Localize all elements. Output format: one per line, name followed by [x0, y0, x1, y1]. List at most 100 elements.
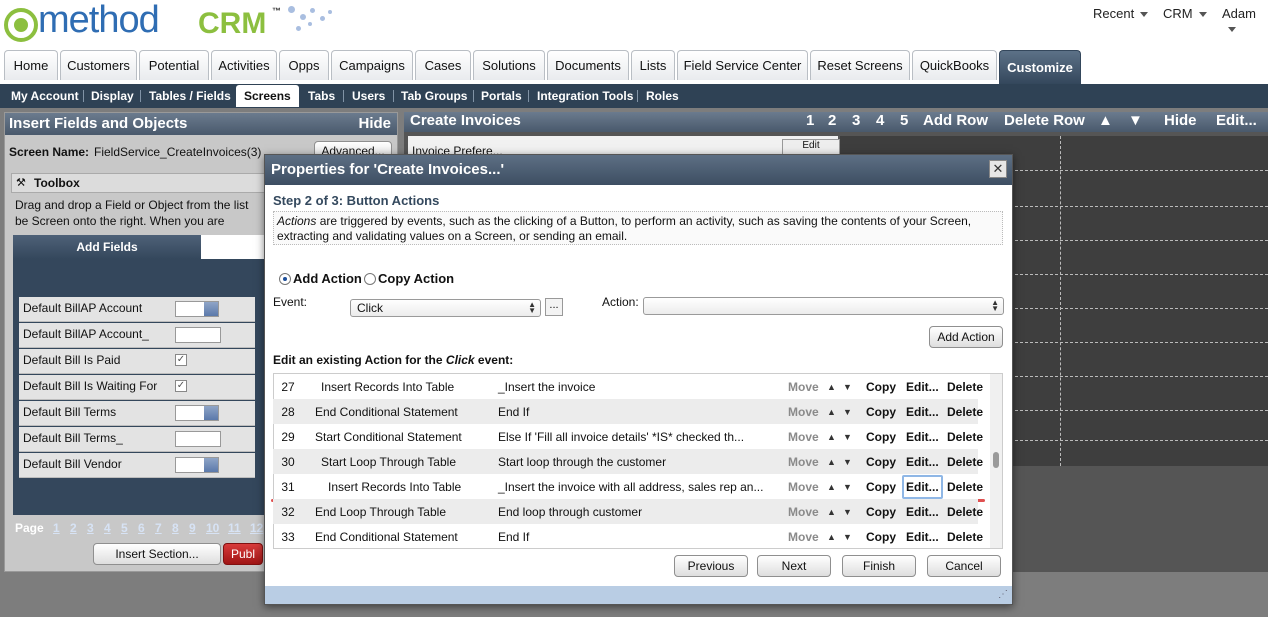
field-edit-button[interactable]: Edit	[782, 139, 840, 155]
delete-action-button[interactable]: Delete	[947, 405, 983, 419]
close-icon[interactable]: ✕	[989, 160, 1007, 178]
move-down-icon[interactable]: ▼	[1128, 112, 1143, 129]
tab-customers[interactable]: Customers	[60, 50, 137, 80]
move-button[interactable]: Move	[788, 505, 819, 519]
edit-action-button[interactable]: Edit...	[906, 380, 939, 394]
tab-cases[interactable]: Cases	[415, 50, 471, 80]
hide-left-panel-link[interactable]: Hide	[358, 113, 391, 135]
tab-quickbooks[interactable]: QuickBooks	[912, 50, 997, 80]
page-link[interactable]: 10	[206, 521, 219, 535]
action-row[interactable]: 30 Start Loop Through Table Start loop thr…	[273, 449, 983, 474]
field-select[interactable]	[175, 301, 219, 317]
field-default-billap-account-2[interactable]: Default BillAP Account_	[19, 323, 255, 348]
tab-add-fields[interactable]: Add Fields	[13, 235, 201, 259]
field-default-bill-is-paid[interactable]: Default Bill Is Paid ✓	[19, 349, 255, 374]
tab-field-service-center[interactable]: Field Service Center	[677, 50, 808, 80]
move-up-icon[interactable]: ▲	[1098, 112, 1113, 129]
add-action-radio[interactable]	[279, 273, 291, 285]
subtab-tabs[interactable]: Tabs	[308, 84, 335, 108]
field-default-bill-vendor[interactable]: Default Bill Vendor	[19, 453, 255, 478]
move-down-icon[interactable]: ▼	[843, 457, 852, 467]
page-link[interactable]: 12	[250, 521, 263, 535]
subtab-tables-fields[interactable]: Tables / Fields	[149, 84, 231, 108]
action-row[interactable]: 27 Insert Records Into Table _Insert the i…	[273, 374, 983, 399]
subtab-roles[interactable]: Roles	[646, 84, 679, 108]
move-down-icon[interactable]: ▼	[843, 482, 852, 492]
delete-action-button[interactable]: Delete	[947, 430, 983, 444]
copy-action-button[interactable]: Copy	[866, 405, 896, 419]
copy-action-radio[interactable]	[364, 273, 376, 285]
delete-action-button[interactable]: Delete	[947, 530, 983, 544]
copy-action-button[interactable]: Copy	[866, 380, 896, 394]
move-button[interactable]: Move	[788, 430, 819, 444]
action-row[interactable]: 29 Start Conditional Statement Else If 'Fi…	[273, 424, 983, 449]
tab-solutions[interactable]: Solutions	[473, 50, 545, 80]
subtab-screens[interactable]: Screens	[236, 85, 299, 107]
subtab-display[interactable]: Display	[91, 84, 134, 108]
copy-action-button[interactable]: Copy	[866, 505, 896, 519]
column-3-link[interactable]: 3	[852, 112, 860, 129]
field-default-bill-terms-2[interactable]: Default Bill Terms_	[19, 427, 255, 452]
tab-campaigns[interactable]: Campaigns	[331, 50, 413, 80]
edit-action-button[interactable]: Edit...	[906, 430, 939, 444]
move-down-icon[interactable]: ▼	[843, 432, 852, 442]
tab-customize[interactable]: Customize	[999, 50, 1081, 84]
add-action-button[interactable]: Add Action	[929, 326, 1003, 348]
previous-button[interactable]: Previous	[674, 555, 748, 577]
move-up-icon[interactable]: ▲	[827, 407, 836, 417]
page-link[interactable]: 4	[104, 521, 111, 535]
page-link[interactable]: 9	[189, 521, 196, 535]
copy-action-button[interactable]: Copy	[866, 480, 896, 494]
next-button[interactable]: Next	[757, 555, 831, 577]
field-select[interactable]	[175, 457, 219, 473]
edit-action-button[interactable]: Edit...	[906, 505, 939, 519]
tab-home[interactable]: Home	[4, 50, 58, 80]
page-link[interactable]: 11	[228, 521, 241, 535]
subtab-users[interactable]: Users	[352, 84, 385, 108]
delete-action-button[interactable]: Delete	[947, 480, 983, 494]
column-5-link[interactable]: 5	[900, 112, 908, 129]
subtab-integration-tools[interactable]: Integration Tools	[537, 84, 633, 108]
tab-activities[interactable]: Activities	[211, 50, 277, 80]
subtab-my-account[interactable]: My Account	[11, 84, 79, 108]
column-4-link[interactable]: 4	[876, 112, 884, 129]
edit-action-button[interactable]: Edit...	[906, 405, 939, 419]
action-row[interactable]: 33 End Conditional Statement End If Move ▲ ▼ C…	[273, 524, 983, 549]
edit-action-button[interactable]: Edit...	[906, 530, 939, 544]
subtab-portals[interactable]: Portals	[481, 84, 522, 108]
tab-potential[interactable]: Potential	[139, 50, 209, 80]
page-link[interactable]: 8	[172, 521, 179, 535]
page-link[interactable]: 1	[53, 521, 60, 535]
delete-action-button[interactable]: Delete	[947, 380, 983, 394]
hide-right-panel-link[interactable]: Hide	[1164, 112, 1197, 129]
scrollbar-thumb[interactable]	[993, 452, 999, 468]
move-up-icon[interactable]: ▲	[827, 482, 836, 492]
publish-button[interactable]: Publ	[223, 543, 263, 565]
tab-lists[interactable]: Lists	[631, 50, 675, 80]
page-link[interactable]: 7	[155, 521, 162, 535]
field-default-bill-terms[interactable]: Default Bill Terms	[19, 401, 255, 426]
edit-action-button[interactable]: Edit...	[902, 475, 943, 499]
crm-menu[interactable]: CRM	[1163, 6, 1207, 21]
field-checkbox[interactable]: ✓	[175, 380, 187, 392]
action-list-scrollbar[interactable]	[990, 374, 1002, 548]
move-button[interactable]: Move	[788, 480, 819, 494]
action-row[interactable]: 31 Insert Records Into Table _Insert the i…	[273, 474, 983, 499]
move-up-icon[interactable]: ▲	[827, 507, 836, 517]
insert-section-button[interactable]: Insert Section...	[93, 543, 221, 565]
move-down-icon[interactable]: ▼	[843, 507, 852, 517]
move-down-icon[interactable]: ▼	[843, 407, 852, 417]
page-link[interactable]: 5	[121, 521, 128, 535]
tab-documents[interactable]: Documents	[547, 50, 629, 80]
move-button[interactable]: Move	[788, 530, 819, 544]
field-input[interactable]	[175, 327, 221, 343]
finish-button[interactable]: Finish	[842, 555, 916, 577]
move-up-icon[interactable]: ▲	[827, 457, 836, 467]
tab-opps[interactable]: Opps	[279, 50, 329, 80]
delete-action-button[interactable]: Delete	[947, 505, 983, 519]
copy-action-button[interactable]: Copy	[866, 530, 896, 544]
move-button[interactable]: Move	[788, 380, 819, 394]
move-down-icon[interactable]: ▼	[843, 532, 852, 542]
action-row[interactable]: 28 End Conditional Statement End If Move ▲ ▼ C…	[273, 399, 983, 424]
move-button[interactable]: Move	[788, 455, 819, 469]
